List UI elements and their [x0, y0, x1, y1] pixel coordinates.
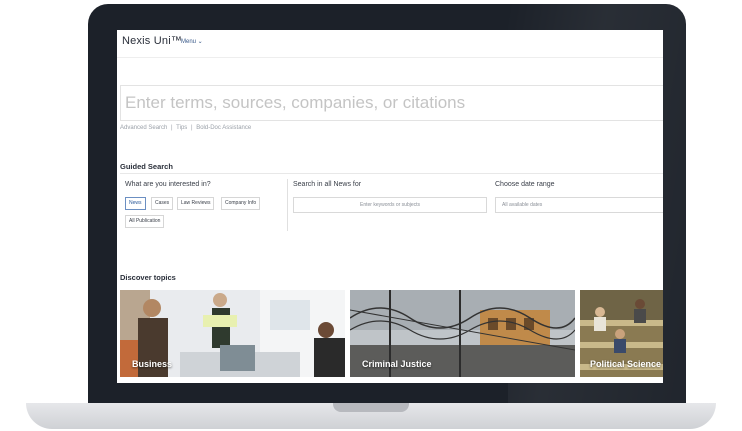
chip-cases[interactable]: Cases — [151, 197, 174, 210]
menu-button[interactable]: Menu ⌄ — [181, 38, 203, 45]
chip-law-reviews[interactable]: Law Reviews — [177, 197, 215, 210]
tile-label-political-science: Political Science — [590, 359, 662, 369]
tile-label-business: Business — [132, 359, 173, 369]
app-logo[interactable]: Nexis Uni™ — [122, 35, 182, 47]
discover-topics-title: Discover topics — [120, 273, 176, 282]
date-range-label: Choose date range — [495, 181, 555, 188]
keywords-field[interactable]: Enter keywords or subjects — [293, 197, 487, 213]
chip-all-publication[interactable]: All Publication — [125, 215, 165, 228]
date-range-select[interactable]: All available dates — [495, 197, 663, 213]
search-box[interactable] — [120, 85, 663, 121]
column-separator — [287, 179, 288, 231]
topic-tile-criminal-justice[interactable]: Criminal Justice — [350, 290, 575, 377]
header-divider — [117, 57, 663, 58]
guided-divider — [120, 173, 663, 174]
link-separator: | — [171, 125, 173, 131]
search-sublinks: Advanced Search | Tips | Bold-Doc Assist… — [120, 125, 253, 131]
link-separator: | — [190, 125, 193, 131]
guided-search-title: Guided Search — [120, 162, 173, 171]
top-header: Nexis Uni™ Menu ⌄ — [117, 30, 663, 57]
search-news-label: Search in all News for — [293, 181, 362, 188]
chip-news[interactable]: News — [125, 197, 146, 210]
app-screen: Nexis Uni™ Menu ⌄ Advanced Search | Tips… — [117, 30, 663, 383]
tile-label-criminal-justice: Criminal Justice — [362, 359, 432, 369]
laptop-notch — [333, 403, 409, 412]
tips-link[interactable]: Tips — [176, 125, 187, 131]
topic-tile-business[interactable]: Business — [120, 290, 345, 377]
advanced-search-link[interactable]: Advanced Search — [120, 125, 167, 131]
chip-company-info[interactable]: Company Info — [221, 197, 261, 210]
topic-tile-political-science[interactable]: Political Science — [580, 290, 663, 377]
search-input[interactable] — [125, 92, 625, 114]
assistance-link[interactable]: Bold-Doc Assistance — [196, 125, 251, 131]
interest-label: What are you interested in? — [125, 181, 211, 188]
